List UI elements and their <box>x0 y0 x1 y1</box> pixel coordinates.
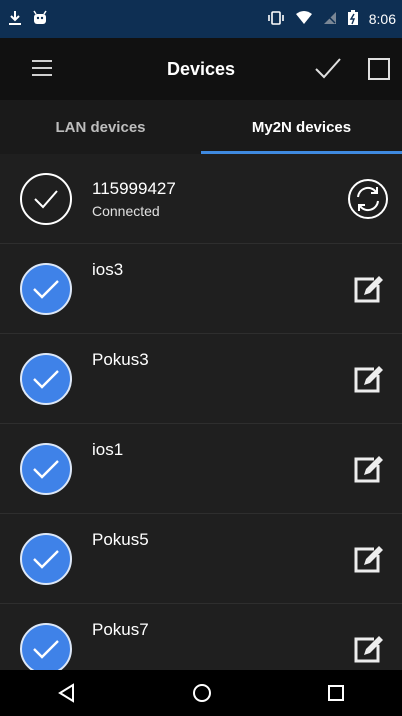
select-checkbox[interactable] <box>20 532 72 585</box>
list-item[interactable]: Pokus5 <box>0 514 402 604</box>
edit-icon <box>354 455 383 482</box>
device-name: ios1 <box>92 440 124 459</box>
vibrate-icon <box>267 10 285 28</box>
device-list: 115999427 Connected ios3 Pokus3 ios1 Pok… <box>0 154 402 670</box>
recents-button[interactable] <box>327 684 345 702</box>
select-checkbox[interactable] <box>20 442 72 495</box>
edit-icon <box>354 365 383 392</box>
edit-button[interactable] <box>346 537 390 581</box>
check-icon <box>33 639 59 659</box>
edit-button[interactable] <box>346 267 390 311</box>
check-icon <box>33 549 59 569</box>
edit-icon <box>354 545 383 572</box>
device-name: ios3 <box>92 260 124 279</box>
device-name: 115999427 <box>92 178 176 198</box>
list-item[interactable]: ios1 <box>0 424 402 514</box>
back-button[interactable] <box>57 683 77 703</box>
edit-button[interactable] <box>346 627 390 671</box>
select-checkbox[interactable] <box>20 622 72 670</box>
download-icon <box>8 10 22 29</box>
device-status: Connected <box>92 202 160 219</box>
device-name: Pokus3 <box>92 350 149 369</box>
check-icon <box>33 279 59 299</box>
list-item[interactable]: Pokus7 <box>0 604 402 670</box>
check-icon <box>33 369 59 389</box>
menu-icon <box>32 60 52 76</box>
list-item[interactable]: ios3 <box>0 244 402 334</box>
edit-button[interactable] <box>346 357 390 401</box>
edit-icon <box>354 275 383 302</box>
app-bar: Devices <box>0 38 402 100</box>
menu-button[interactable] <box>30 58 54 78</box>
confirm-button[interactable] <box>314 56 342 80</box>
tab-label: My2N devices <box>251 118 352 136</box>
back-icon <box>58 683 75 703</box>
select-checkbox[interactable] <box>20 262 72 315</box>
sync-icon <box>348 178 388 219</box>
tab-bar: LAN devices My2N devices <box>0 100 402 154</box>
tab-label: LAN devices <box>55 118 146 136</box>
checkbox-icon <box>368 58 390 80</box>
list-item[interactable]: Pokus3 <box>0 334 402 424</box>
tab-my2n-devices[interactable]: My2N devices <box>201 100 402 154</box>
edit-icon <box>354 635 383 662</box>
battery-icon <box>347 9 359 29</box>
check-icon <box>315 58 341 79</box>
check-icon <box>34 189 58 208</box>
android-icon <box>32 10 48 29</box>
select-all-button[interactable] <box>367 57 391 81</box>
tab-lan-devices[interactable]: LAN devices <box>0 100 201 154</box>
status-bar: 8:06 <box>0 0 402 38</box>
list-item[interactable]: 115999427 Connected <box>0 154 402 244</box>
recents-icon <box>327 685 344 701</box>
status-time: 8:06 <box>368 11 396 27</box>
wifi-icon <box>295 10 313 28</box>
device-name: Pokus5 <box>92 530 149 549</box>
device-name: Pokus7 <box>92 620 149 639</box>
check-icon <box>33 459 59 479</box>
sync-button[interactable] <box>346 177 390 221</box>
navigation-bar <box>0 670 402 716</box>
select-checkbox[interactable] <box>20 352 72 405</box>
select-checkbox[interactable] <box>20 172 72 225</box>
edit-button[interactable] <box>346 447 390 491</box>
home-button[interactable] <box>192 683 212 703</box>
signal-icon <box>323 11 337 28</box>
home-icon <box>192 684 211 702</box>
